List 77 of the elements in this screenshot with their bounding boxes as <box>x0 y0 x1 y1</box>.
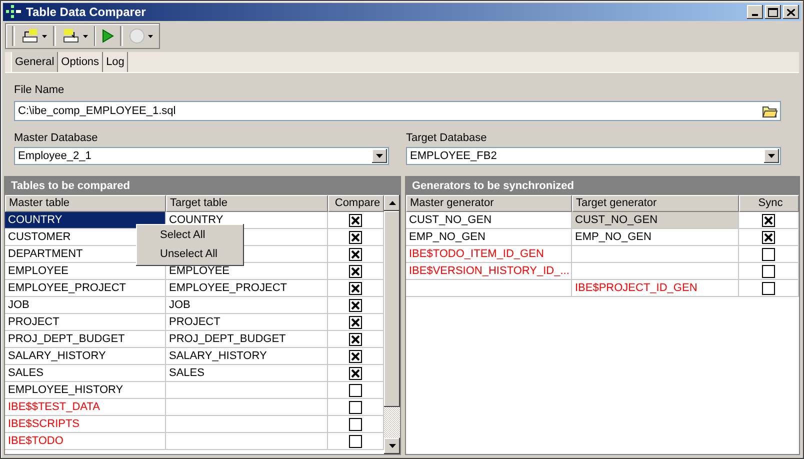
table-cell: JOB <box>166 297 328 314</box>
table-cell: SALES <box>166 365 328 382</box>
scroll-up-icon[interactable] <box>384 195 400 211</box>
checkbox[interactable] <box>349 366 362 380</box>
table-cell: COUNTRY <box>5 212 166 229</box>
checkbox[interactable] <box>349 248 362 260</box>
dropdown[interactable]: Employee_2_1 <box>14 147 389 165</box>
tab[interactable]: Options <box>58 52 104 72</box>
checkbox[interactable] <box>349 332 362 346</box>
table-cell: IBE$$TEST_DATA <box>5 399 166 416</box>
column-header[interactable]: Target generator <box>572 195 739 212</box>
checkbox[interactable] <box>349 282 362 294</box>
column-header[interactable]: Master generator <box>406 195 572 212</box>
folder-tray-icon[interactable] <box>20 28 39 44</box>
field-label: Master Database <box>14 131 99 146</box>
table-cell: IBE$SCRIPTS <box>5 416 166 433</box>
scroll-thumb[interactable] <box>384 211 400 407</box>
panel-title: Tables to be compared <box>5 177 400 195</box>
caret-icon[interactable] <box>42 34 47 38</box>
minimize-icon[interactable] <box>747 5 763 19</box>
checkbox[interactable] <box>349 434 362 448</box>
column-header[interactable]: Sync <box>739 195 799 212</box>
column-header[interactable]: Compare <box>328 195 384 212</box>
checkbox[interactable] <box>762 282 775 294</box>
table-cell: SALES <box>5 365 166 382</box>
checkbox[interactable] <box>349 350 362 362</box>
dropdown-arrow-icon[interactable] <box>376 154 383 158</box>
caret-icon <box>148 34 153 38</box>
table-cell: SALARY_HISTORY <box>5 348 166 365</box>
checkbox[interactable] <box>349 400 362 414</box>
close-icon[interactable] <box>783 5 799 19</box>
table-cell: PROJECT <box>5 314 166 331</box>
checkbox[interactable] <box>349 316 362 328</box>
app-icon <box>6 5 22 19</box>
table-cell: EMPLOYEE_PROJECT <box>166 280 328 297</box>
circle-icon <box>129 28 145 44</box>
checkbox[interactable] <box>762 264 775 278</box>
table-cell: SALARY_HISTORY <box>166 348 328 365</box>
table-cell: CUST_NO_GEN <box>572 212 739 229</box>
table-cell: EMPLOYEE_HISTORY <box>5 382 166 399</box>
column-header[interactable]: Master table <box>5 195 166 212</box>
table-cell: EMPLOYEE_PROJECT <box>5 280 166 297</box>
dropdown-arrow-icon[interactable] <box>768 154 775 158</box>
run-button[interactable] <box>100 27 116 45</box>
checkbox[interactable] <box>349 384 362 396</box>
checkbox[interactable] <box>762 230 775 244</box>
panel-title: Generators to be synchronized <box>406 177 799 195</box>
dropdown[interactable]: EMPLOYEE_FB2 <box>406 147 781 165</box>
file-name-field[interactable]: C:\ibe_comp_EMPLOYEE_1.sql <box>14 101 781 121</box>
tab[interactable]: Log <box>103 52 128 72</box>
column-header[interactable]: Target table <box>166 195 328 212</box>
table-cell: IBE$TODO_ITEM_ID_GEN <box>406 246 572 263</box>
scroll-down-icon[interactable] <box>384 438 400 454</box>
checkbox[interactable] <box>349 298 362 312</box>
caret-icon[interactable] <box>82 34 88 38</box>
checkbox[interactable] <box>349 264 362 278</box>
table-cell: IBE$PROJECT_ID_GEN <box>572 280 739 297</box>
table-cell: JOB <box>5 297 166 314</box>
checkbox[interactable] <box>349 214 362 226</box>
field-label: File Name <box>14 83 66 98</box>
tab[interactable]: General <box>11 52 58 72</box>
table-cell: EMP_NO_GEN <box>572 229 739 246</box>
table-cell: IBE$TODO <box>5 433 166 450</box>
checkbox[interactable] <box>349 230 362 244</box>
table-cell: PROJ_DEPT_BUDGET <box>166 331 328 348</box>
field-label: Target Database <box>406 131 488 146</box>
folder-tray-icon[interactable] <box>62 28 80 44</box>
table-cell: PROJ_DEPT_BUDGET <box>5 331 166 348</box>
checkbox[interactable] <box>762 248 775 260</box>
checkbox[interactable] <box>762 214 775 226</box>
table-cell: CUST_NO_GEN <box>406 212 572 229</box>
checkbox[interactable] <box>349 418 362 430</box>
table-cell: EMP_NO_GEN <box>406 229 572 246</box>
maximize-icon[interactable] <box>765 5 781 19</box>
window-title: Table Data Comparer <box>26 5 147 19</box>
table-cell: IBE$VERSION_HISTORY_ID_... <box>406 263 572 280</box>
table-cell: PROJECT <box>166 314 328 331</box>
